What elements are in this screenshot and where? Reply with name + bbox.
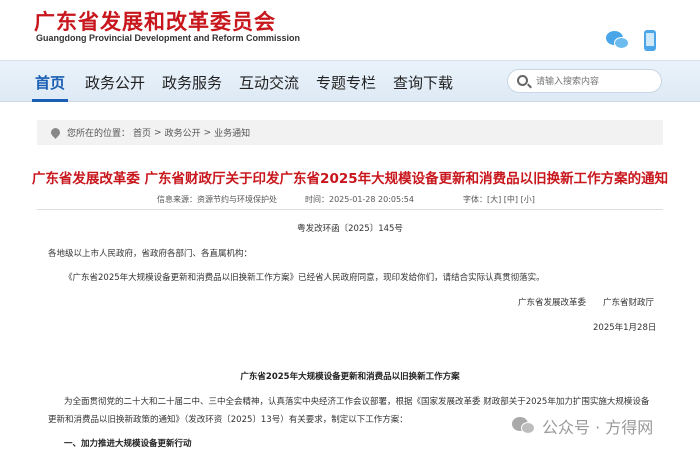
nav-item-interaction[interactable]: 互动交流 [239,72,299,93]
plan-paragraph-line-1: 为全面贯彻党的二十大和二十届二中、三中全会精神，认真落实中央经济工作会议部署，根… [64,397,650,407]
nav-item-topics[interactable]: 专题专栏 [316,72,376,93]
watermark: 公众号 · 方得网 [512,414,653,438]
mobile-icon[interactable] [644,30,656,51]
font-size-switch[interactable]: 字体：[大] [中] [小] [463,194,535,205]
breadcrumb-prefix: 您所在的位置： [67,129,131,139]
document-number: 粤发改环函〔2025〕145号 [297,224,403,234]
signature: 广东省发展改革委 广东省财政厅 [518,298,655,308]
greeting: 各地级以上市人民政府，省政府各部门、各直属机构： [48,249,253,259]
site-title[interactable]: 广东省发展和改革委员会 [34,6,276,36]
search-input[interactable] [536,74,656,89]
location-pin-icon [49,126,62,139]
article-source: 信息来源：资源节约与环境保护处 [157,195,277,204]
nav-item-downloads[interactable]: 查询下载 [393,72,453,93]
plan-paragraph-line-2: 更新和消费品以旧换新政策的通知》（发改环资〔2025〕13号）有关要求，制定以下… [48,415,408,425]
search-box[interactable] [507,69,662,93]
breadcrumb-item-notice[interactable]: 业务通知 [214,126,250,139]
wechat-watermark-icon [512,415,536,437]
divider [37,209,663,210]
body-paragraph: 《广东省2025年大规模设备更新和消费品以旧换新工作方案》已经省人民政府同意，现… [64,273,545,283]
breadcrumb-separator: > [154,127,162,138]
section-heading-1: 一、加力推进大规模设备更新行动 [64,439,192,449]
sign-date: 2025年1月28日 [593,323,657,333]
plan-title: 广东省2025年大规模设备更新和消费品以旧换新工作方案 [240,372,460,382]
article-title: 广东省发展改革委 广东省财政厅关于印发广东省2025年大规模设备更新和消费品以旧… [31,171,669,187]
breadcrumb: 您所在的位置： 首页 > 政务公开 > 业务通知 [37,120,663,145]
breadcrumb-item-home[interactable]: 首页 [133,126,151,139]
search-icon[interactable] [517,75,528,86]
wechat-icon[interactable] [606,30,630,51]
article-date: 时间：2025-01-28 20:05:54 [305,195,414,204]
nav-active-indicator [32,99,68,102]
site-title-english: Guangdong Provincial Development and Ref… [36,33,301,43]
watermark-text: 公众号 · 方得网 [542,418,654,437]
breadcrumb-separator: > [203,127,212,138]
nav-item-services[interactable]: 政务服务 [162,72,222,93]
nav-item-government-affairs[interactable]: 政务公开 [85,72,145,93]
breadcrumb-item-gov[interactable]: 政务公开 [165,126,201,139]
nav-item-home[interactable]: 首页 [35,72,65,93]
site-header: 广东省发展和改革委员会 Guangdong Provincial Develop… [0,0,700,60]
